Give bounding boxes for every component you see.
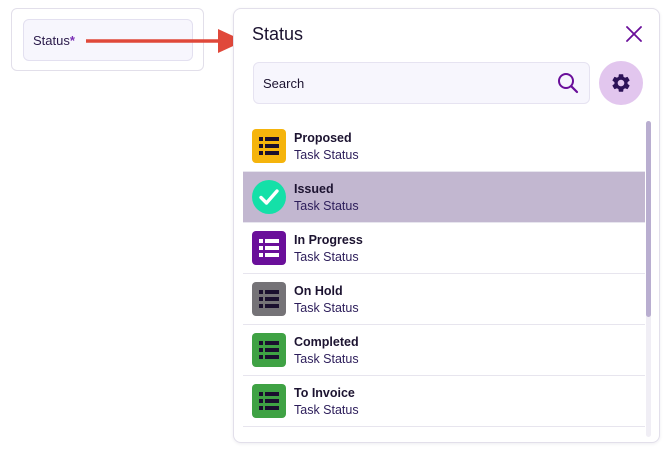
list-item-to-invoice[interactable]: To Invoice Task Status: [243, 376, 645, 427]
panel-title: Status: [252, 24, 304, 44]
list-icon: [252, 231, 286, 265]
status-label-text: Status: [33, 33, 70, 48]
gear-icon: [612, 74, 630, 92]
item-name: Completed: [294, 335, 359, 349]
status-list: Proposed Task Status Issued Task Status In P…: [243, 121, 645, 437]
annotation-arrow-icon: [86, 29, 244, 53]
list-item-on-hold[interactable]: On Hold Task Status: [243, 274, 645, 325]
list-icon: [252, 129, 286, 163]
search-input[interactable]: [263, 63, 543, 103]
search-icon[interactable]: [557, 72, 579, 94]
list-item-proposed[interactable]: Proposed Task Status: [243, 121, 645, 172]
item-name: In Progress: [294, 233, 363, 247]
scrollbar-thumb[interactable]: [646, 121, 651, 317]
item-name: To Invoice: [294, 386, 355, 400]
close-icon[interactable]: [625, 25, 643, 43]
item-name: Proposed: [294, 131, 352, 145]
list-item-completed[interactable]: Completed Task Status: [243, 325, 645, 376]
status-field-label: Status*: [33, 33, 75, 48]
item-subtitle: Task Status: [294, 148, 359, 162]
item-subtitle: Task Status: [294, 403, 359, 417]
scrollbar[interactable]: [646, 121, 651, 437]
settings-button[interactable]: [599, 61, 643, 105]
list-icon: [252, 282, 286, 316]
status-picker-panel: Status Proposed Task Status Issued Task Sta…: [233, 8, 660, 443]
required-marker: *: [69, 33, 75, 48]
item-subtitle: Task Status: [294, 199, 359, 213]
list-item-in-progress[interactable]: In Progress Task Status: [243, 223, 645, 274]
list-item-issued[interactable]: Issued Task Status: [243, 172, 645, 223]
check-circle-icon: [252, 180, 286, 214]
item-name: Issued: [294, 182, 334, 196]
item-subtitle: Task Status: [294, 352, 359, 366]
list-icon: [252, 384, 286, 418]
item-subtitle: Task Status: [294, 301, 359, 315]
item-subtitle: Task Status: [294, 250, 359, 264]
item-name: On Hold: [294, 284, 343, 298]
list-icon: [252, 333, 286, 367]
search-box: [253, 62, 590, 104]
